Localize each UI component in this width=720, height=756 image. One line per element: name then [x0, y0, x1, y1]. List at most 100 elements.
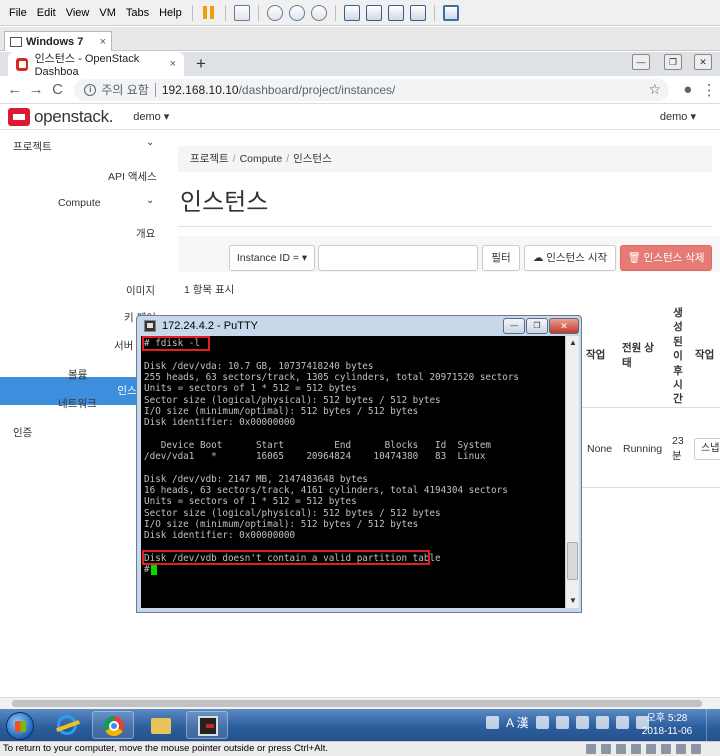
sidebar-item-images[interactable]: 이미지 — [126, 283, 155, 298]
send-ctrl-alt-del-icon[interactable] — [233, 4, 250, 21]
delete-instances-button[interactable]: 🗑 인스턴스 삭제 — [620, 245, 712, 271]
show-library-icon[interactable] — [343, 4, 360, 21]
vmware-status-bar: To return to your computer, move the mou… — [0, 741, 720, 756]
terminal-output[interactable]: # fdisk -l Disk /dev/vda: 10.7 GB, 10737… — [141, 336, 565, 608]
menu-vm[interactable]: VM — [94, 7, 121, 19]
scroll-thumb[interactable] — [567, 542, 578, 580]
close-window-icon[interactable]: ✕ — [694, 54, 712, 70]
action-center-icon[interactable] — [595, 716, 609, 729]
help-icon[interactable] — [555, 716, 569, 729]
filter-input[interactable] — [318, 245, 478, 271]
putty-close-icon[interactable]: ✕ — [549, 318, 579, 334]
terminal-line: 16 heads, 63 sectors/track, 4161 cylinde… — [144, 484, 508, 496]
create-snapshot-button[interactable]: 스냅 — [694, 438, 720, 460]
taskbar-chrome-button[interactable] — [92, 711, 134, 739]
vm-tab-windows7[interactable]: Windows 7 × — [4, 31, 112, 51]
menu-help[interactable]: Help — [154, 7, 187, 19]
column-header-age[interactable]: 생 성 된 이 후 시 간 — [672, 306, 684, 407]
taskbar-putty-button[interactable] — [186, 711, 228, 739]
sidebar-item-overview[interactable]: 개요 — [136, 226, 155, 241]
filter-field-select[interactable]: Instance ID = ▾ — [229, 245, 315, 271]
menu-tabs[interactable]: Tabs — [121, 7, 154, 19]
info-icon[interactable]: i — [84, 83, 97, 96]
toolbar-separator — [191, 4, 193, 21]
chevron-down-icon[interactable]: ⌄ — [146, 137, 154, 148]
sidebar-item-network[interactable]: 네트워크 — [58, 396, 97, 411]
show-hidden-icons-icon[interactable] — [575, 716, 589, 729]
back-arrow-icon[interactable]: ← — [4, 81, 25, 98]
menu-view[interactable]: View — [61, 7, 95, 19]
column-header-task[interactable]: 작업 — [586, 348, 605, 363]
project-switcher[interactable]: demo ▾ — [133, 110, 169, 123]
account-icon[interactable]: ● — [677, 81, 698, 98]
sidebar-item-server-groups[interactable]: 서버 — [114, 338, 133, 353]
putty-scrollbar[interactable]: ▲ ▼ — [565, 336, 579, 608]
ime-pad-icon[interactable] — [535, 716, 549, 729]
forward-arrow-icon[interactable]: → — [25, 81, 46, 98]
vm-tab-close-icon[interactable]: × — [100, 36, 106, 48]
breadcrumb-project[interactable]: 프로젝트 — [190, 153, 229, 165]
sound-card-icon[interactable] — [646, 744, 656, 754]
column-header-actions[interactable]: 작업 — [695, 348, 714, 363]
full-screen-icon[interactable] — [387, 4, 404, 21]
snapshot-icon[interactable] — [266, 4, 283, 21]
browser-toolbar: ← → C i 주의 요함 192.168.10.10 /dashboard/p… — [0, 76, 720, 104]
page-horizontal-scrollbar[interactable] — [0, 697, 720, 709]
page-title: 인스턴스 — [180, 189, 269, 216]
breadcrumb-compute[interactable]: Compute — [240, 153, 283, 165]
start-button[interactable] — [6, 712, 34, 740]
pause-icon[interactable] — [201, 5, 217, 21]
console-view-icon[interactable] — [442, 4, 459, 21]
putty-icon[interactable] — [144, 320, 156, 332]
sidebar-item-identity[interactable]: 인증 — [13, 425, 32, 440]
horizontal-scroll-thumb[interactable] — [12, 700, 702, 707]
revert-snapshot-icon[interactable] — [288, 4, 305, 21]
taskbar-ie-button[interactable] — [46, 711, 88, 739]
restore-icon[interactable]: ❐ — [664, 54, 682, 70]
language-bar-icon[interactable] — [486, 716, 499, 729]
bookmark-star-icon[interactable]: ☆ — [649, 81, 662, 98]
browser-tab-title: 인스턴스 - OpenStack Dashboa — [34, 53, 140, 78]
new-tab-button[interactable]: + — [196, 54, 206, 74]
cd-rom-icon[interactable] — [601, 744, 611, 754]
ime-indicator[interactable]: A 漢 — [506, 714, 529, 731]
sidebar-item-api-access[interactable]: API 액세스 — [108, 169, 157, 184]
menu-file[interactable]: File — [4, 7, 32, 19]
system-tray: A 漢 — [486, 714, 649, 731]
network-adapter-icon[interactable] — [616, 744, 626, 754]
scroll-up-icon[interactable]: ▲ — [566, 336, 580, 350]
sidebar-item-volumes[interactable]: 볼륨 — [68, 367, 87, 382]
unity-icon[interactable] — [409, 4, 426, 21]
taskbar-clock[interactable]: 오후 5:28 2018-11-06 — [636, 712, 698, 738]
putty-minimize-icon[interactable]: — — [503, 318, 525, 334]
launch-instance-button[interactable]: ☁ 인스턴스 시작 — [524, 245, 616, 271]
browser-tab-close-icon[interactable]: × — [170, 58, 176, 70]
openstack-logo-icon[interactable] — [8, 107, 30, 126]
address-bar[interactable]: i 주의 요함 192.168.10.10 /dashboard/project… — [74, 78, 670, 101]
putty-maximize-icon[interactable]: ❐ — [526, 318, 548, 334]
reload-icon[interactable]: C — [47, 81, 68, 98]
thumbnail-bar-icon[interactable] — [365, 4, 382, 21]
message-log-icon[interactable] — [691, 744, 701, 754]
display-icon[interactable] — [676, 744, 686, 754]
sidebar-item-project[interactable]: 프로젝트 — [13, 139, 52, 154]
scroll-down-icon[interactable]: ▼ — [566, 594, 580, 608]
chevron-down-icon[interactable]: ⌄ — [146, 195, 154, 206]
menu-dots-icon[interactable]: ⋮ — [699, 81, 720, 99]
taskbar-explorer-button[interactable] — [140, 711, 182, 739]
printer-icon[interactable] — [661, 744, 671, 754]
minimize-icon[interactable]: — — [632, 54, 650, 70]
sidebar-item-compute[interactable]: Compute — [58, 197, 101, 209]
snapshot-manager-icon[interactable] — [310, 4, 327, 21]
usb-icon[interactable] — [631, 744, 641, 754]
show-desktop-button[interactable] — [706, 709, 720, 741]
network-icon[interactable] — [615, 716, 629, 729]
browser-tab-instances[interactable]: 인스턴스 - OpenStack Dashboa × — [8, 52, 184, 78]
terminal-line: 255 heads, 63 sectors/track, 1305 cylind… — [144, 371, 520, 383]
column-header-power-state[interactable]: 전원 상 태 — [622, 341, 664, 371]
menu-edit[interactable]: Edit — [32, 7, 61, 19]
hard-disk-icon[interactable] — [586, 744, 596, 754]
user-menu[interactable]: demo ▾ — [660, 110, 696, 123]
openstack-logo-text[interactable]: openstack. — [34, 107, 114, 127]
filter-button[interactable]: 필터 — [482, 245, 520, 271]
